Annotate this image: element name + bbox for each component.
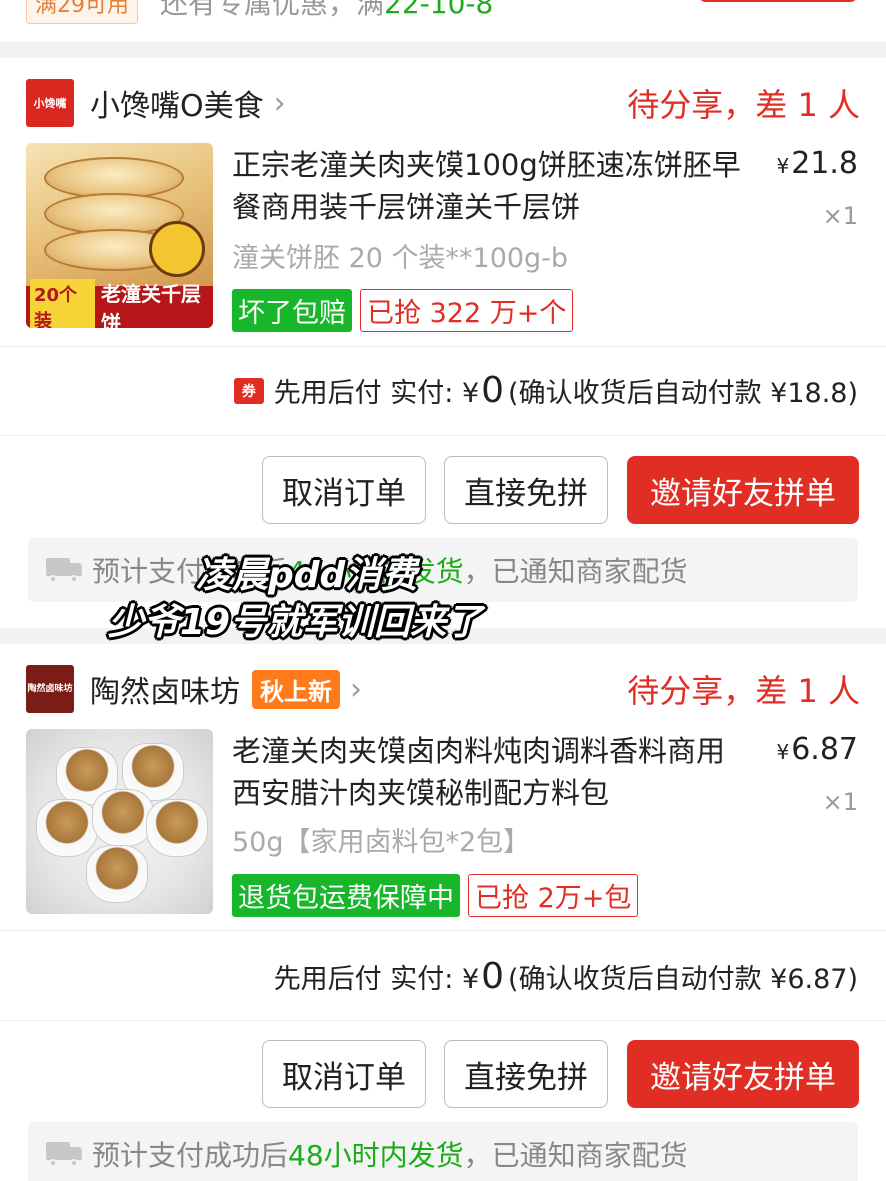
spice-bag-image [86,845,148,903]
product-image[interactable]: 20个装 老潼关千层饼 [26,143,213,328]
divider [0,435,886,436]
shipping-time: 48小时内发货 [288,1139,464,1172]
shipping-notice: 预计支付成功后 48小时内发货 ，已通知商家配货 [28,1122,858,1181]
product-spec: 潼关饼胚 20 个装**100g-b [232,243,569,274]
shop-logo: 小馋嘴 [26,79,74,127]
cancel-order-button[interactable]: 取消订单 [262,456,426,524]
payment-auto-note: (确认收货后自动付款 ¥6.87) [508,964,858,995]
previous-order-card: 满29可用 还有专属优惠，满22-10-8 [0,0,886,42]
invite-friends-button[interactable]: 邀请好友拼单 [627,1040,859,1108]
direct-buy-button[interactable]: 直接免拼 [444,456,608,524]
spice-bag-image [146,799,208,857]
product-image-label: 20个装 老潼关千层饼 [26,279,213,328]
overlay-caption-line1: 凌晨pdd消费 [196,555,418,596]
truck-icon [46,558,82,583]
shop-tag: 秋上新 [252,669,340,709]
guarantee-tag: 坏了包赔 [232,289,352,332]
shipping-suffix: ，已通知商家配货 [463,1139,688,1172]
payment-summary: 券 先用后付 实付: ¥ 0 (确认收货后自动付款 ¥18.8) [233,370,858,411]
return-shipping-tag: 退货包运费保障中 [232,874,460,917]
product-tags: 坏了包赔 已抢 322 万+个 [232,289,574,332]
shipping-suffix: ，已通知商家配货 [463,555,688,588]
order-status: 待分享，差 1 人 [627,86,860,124]
shipping-prefix: 预计支付成功后 [92,1139,289,1172]
product-quantity: ×1 [822,202,858,230]
shop-logo: 陶然卤味坊 [26,665,74,713]
previous-order-action-button[interactable] [698,0,858,2]
shop-name[interactable]: 陶然卤味坊 [90,667,240,711]
price-currency: ¥ [776,154,790,178]
sales-count-tag: 已抢 322 万+个 [360,289,574,332]
price-value: 6.87 [791,732,858,767]
payment-summary: 先用后付 实付: ¥ 0 (确认收货后自动付款 ¥6.87) [274,956,858,997]
coupon-text-prefix: 还有专属优惠，满 [160,0,385,20]
spice-bag-image [36,799,98,857]
divider [0,1020,886,1021]
product-image[interactable] [26,729,213,914]
payment-amount: 0 [481,370,505,411]
order-list-page: 满29可用 还有专属优惠，满22-10-8 小馋嘴 小馋嘴O美食 › 待分享，差… [0,0,886,1181]
price-value: 21.8 [791,146,858,181]
coupon-icon: 券 [233,377,264,404]
shop-header[interactable]: 陶然卤味坊 陶然卤味坊 秋上新 › 待分享，差 1 人 [26,664,860,714]
direct-buy-button[interactable]: 直接免拼 [444,1040,608,1108]
payment-label: 先用后付 实付: ¥ [273,964,480,995]
sales-count-tag: 已抢 2万+包 [468,874,639,917]
shop-header[interactable]: 小馋嘴 小馋嘴O美食 › 待分享，差 1 人 [26,78,860,128]
mascot-image [149,221,205,277]
divider [0,346,886,347]
order-card: 陶然卤味坊 陶然卤味坊 秋上新 › 待分享，差 1 人 老潼关肉夹馍卤肉料炖肉调… [0,644,886,1181]
product-quantity: ×1 [822,788,858,816]
divider [0,930,886,931]
product-tags: 退货包运费保障中 已抢 2万+包 [232,874,639,917]
product-price: ¥6.87 [776,732,858,767]
product-price: ¥21.8 [776,146,858,181]
truck-icon [46,1142,82,1167]
shop-name[interactable]: 小馋嘴O美食 [90,81,264,125]
payment-label: 先用后付 实付: ¥ [273,378,480,409]
overlay-caption-line2: 少爷19号就军训回来了 [108,602,483,643]
chevron-right-icon[interactable]: › [350,672,362,707]
product-image-count-badge: 20个装 [30,279,95,328]
order-card: 小馋嘴 小馋嘴O美食 › 待分享，差 1 人 20个装 老潼关千层饼 正宗老潼关… [0,58,886,628]
payment-amount: 0 [481,956,505,997]
price-currency: ¥ [776,740,790,764]
spice-bag-image [92,789,154,847]
product-title[interactable]: 正宗老潼关肉夹馍100g饼胚速冻饼胚早餐商用装千层饼潼关千层饼 [232,144,742,228]
chevron-right-icon[interactable]: › [274,86,286,121]
payment-auto-note: (确认收货后自动付款 ¥18.8) [508,378,858,409]
coupon-text-amount: 22-10-8 [384,0,494,20]
order-status: 待分享，差 1 人 [627,672,860,710]
product-image-caption: 老潼关千层饼 [101,282,201,328]
invite-friends-button[interactable]: 邀请好友拼单 [627,456,859,524]
product-spec: 50g【家用卤料包*2包】 [232,827,531,858]
coupon-text: 还有专属优惠，满22-10-8 [160,0,493,22]
product-title[interactable]: 老潼关肉夹馍卤肉料炖肉调料香料商用西安腊汁肉夹馍秘制配方料包 [232,730,742,814]
cancel-order-button[interactable]: 取消订单 [262,1040,426,1108]
coupon-badge: 满29可用 [26,0,138,24]
